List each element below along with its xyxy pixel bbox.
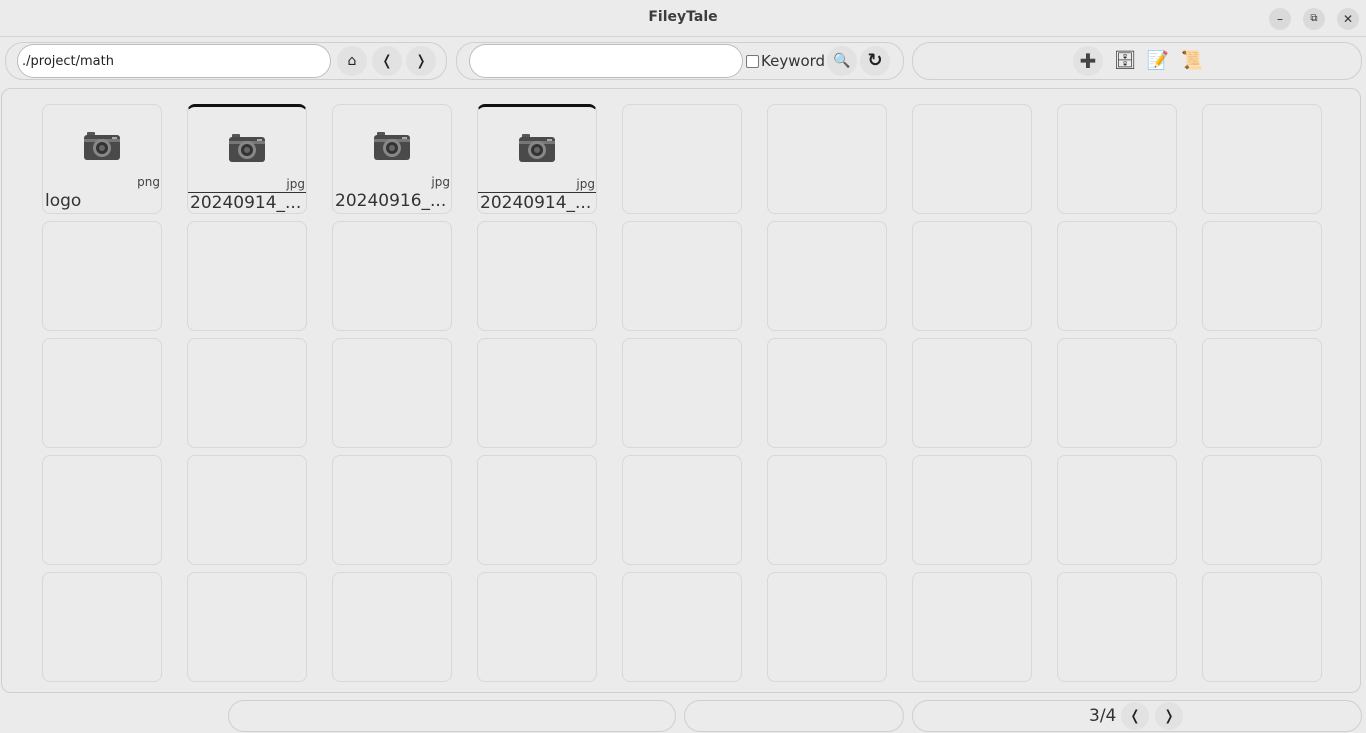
empty-tile[interactable] bbox=[912, 572, 1032, 682]
camera-icon bbox=[373, 131, 411, 161]
memo-icon[interactable]: 📝 bbox=[1144, 47, 1172, 75]
title-bar: FileyTale – ⧉ ✕ bbox=[0, 0, 1366, 37]
camera-icon bbox=[83, 131, 121, 161]
empty-tile[interactable] bbox=[477, 338, 597, 448]
empty-tile[interactable] bbox=[187, 338, 307, 448]
camera-icon bbox=[228, 133, 266, 163]
prev-page-button[interactable]: ❬ bbox=[1121, 702, 1149, 730]
empty-tile[interactable] bbox=[622, 572, 742, 682]
empty-tile[interactable] bbox=[1202, 221, 1322, 331]
next-page-button[interactable]: ❭ bbox=[1155, 702, 1183, 730]
search-icon[interactable]: 🔍 bbox=[827, 46, 857, 76]
empty-tile[interactable] bbox=[1057, 572, 1177, 682]
empty-tile[interactable] bbox=[477, 572, 597, 682]
empty-tile[interactable] bbox=[1057, 104, 1177, 214]
empty-tile[interactable] bbox=[622, 104, 742, 214]
empty-tile[interactable] bbox=[912, 338, 1032, 448]
file-extension: jpg bbox=[286, 177, 305, 191]
empty-tile[interactable] bbox=[42, 572, 162, 682]
empty-tile[interactable] bbox=[622, 455, 742, 565]
empty-tile[interactable] bbox=[42, 455, 162, 565]
back-button[interactable]: ❬ bbox=[372, 46, 402, 76]
empty-tile[interactable] bbox=[767, 572, 887, 682]
empty-tile[interactable] bbox=[187, 221, 307, 331]
empty-tile[interactable] bbox=[1057, 221, 1177, 331]
home-icon[interactable]: ⌂ bbox=[337, 46, 367, 76]
empty-tile[interactable] bbox=[1202, 338, 1322, 448]
empty-tile[interactable] bbox=[767, 221, 887, 331]
empty-tile[interactable] bbox=[1057, 455, 1177, 565]
search-input[interactable] bbox=[469, 44, 743, 78]
scroll-icon[interactable]: 📜 bbox=[1178, 47, 1206, 75]
empty-tile[interactable] bbox=[332, 221, 452, 331]
empty-tile[interactable] bbox=[332, 455, 452, 565]
empty-tile[interactable] bbox=[767, 104, 887, 214]
file-extension: png bbox=[137, 175, 160, 189]
empty-tile[interactable] bbox=[42, 338, 162, 448]
empty-tile[interactable] bbox=[912, 221, 1032, 331]
empty-tile[interactable] bbox=[187, 455, 307, 565]
page-indicator: 3/4 bbox=[1089, 706, 1117, 726]
empty-tile[interactable] bbox=[187, 572, 307, 682]
window-title: FileyTale bbox=[648, 9, 718, 25]
path-input[interactable]: ./project/math bbox=[17, 44, 331, 78]
minimize-button[interactable]: – bbox=[1269, 8, 1291, 30]
file-tile[interactable]: jpg 20240916_... bbox=[332, 104, 452, 214]
empty-tile[interactable] bbox=[477, 455, 597, 565]
empty-tile[interactable] bbox=[1057, 338, 1177, 448]
empty-tile[interactable] bbox=[42, 221, 162, 331]
empty-tile[interactable] bbox=[767, 338, 887, 448]
status-panel-middle bbox=[684, 700, 904, 732]
keyword-label: Keyword bbox=[761, 52, 826, 70]
file-extension: jpg bbox=[431, 175, 450, 189]
empty-tile[interactable] bbox=[622, 338, 742, 448]
file-name: 20240914_... bbox=[190, 193, 302, 213]
empty-tile[interactable] bbox=[1202, 104, 1322, 214]
close-button[interactable]: ✕ bbox=[1337, 8, 1359, 30]
file-extension: jpg bbox=[576, 177, 595, 191]
restore-button[interactable]: ⧉ bbox=[1303, 8, 1325, 30]
file-name: 20240916_... bbox=[335, 191, 447, 211]
empty-tile[interactable] bbox=[332, 338, 452, 448]
file-tile[interactable]: jpg 20240914_... bbox=[187, 104, 307, 214]
empty-tile[interactable] bbox=[332, 572, 452, 682]
file-name: 20240914_... bbox=[480, 193, 592, 213]
add-icon[interactable]: ✚ bbox=[1073, 46, 1103, 76]
keyword-toggle[interactable]: Keyword bbox=[746, 52, 825, 70]
status-panel-left bbox=[228, 700, 676, 732]
file-tile[interactable]: jpg 20240914_... bbox=[477, 104, 597, 214]
file-name: logo bbox=[45, 191, 82, 211]
empty-tile[interactable] bbox=[622, 221, 742, 331]
camera-icon bbox=[518, 133, 556, 163]
file-tile[interactable]: png logo bbox=[42, 104, 162, 214]
file-cabinet-icon[interactable]: 🗄 bbox=[1111, 47, 1139, 75]
empty-tile[interactable] bbox=[1202, 455, 1322, 565]
empty-tile[interactable] bbox=[912, 104, 1032, 214]
refresh-icon[interactable]: ↻ bbox=[860, 46, 890, 76]
empty-tile[interactable] bbox=[912, 455, 1032, 565]
empty-tile[interactable] bbox=[477, 221, 597, 331]
empty-tile[interactable] bbox=[767, 455, 887, 565]
forward-button[interactable]: ❭ bbox=[406, 46, 436, 76]
keyword-checkbox[interactable] bbox=[746, 54, 759, 68]
empty-tile[interactable] bbox=[1202, 572, 1322, 682]
